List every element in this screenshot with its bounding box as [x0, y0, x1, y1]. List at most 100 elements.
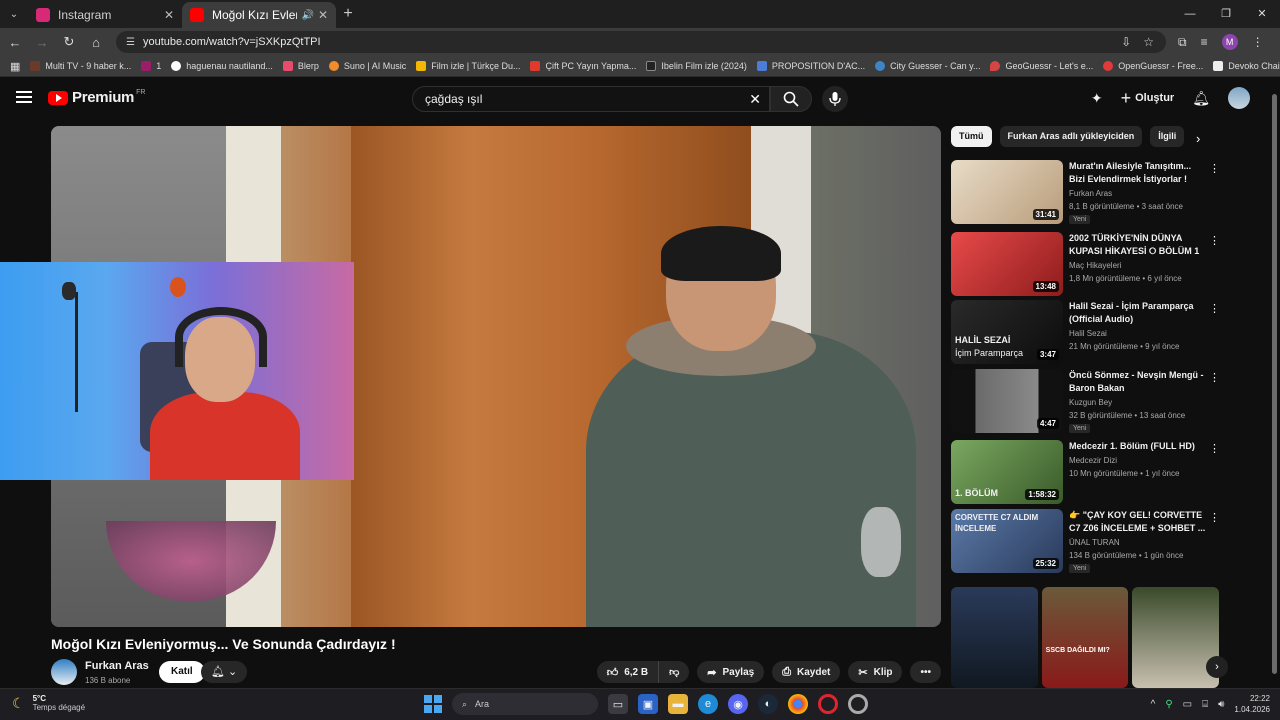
bookmark-item[interactable]: Blerp [282, 61, 319, 71]
video-thumbnail[interactable]: 31:41 [951, 160, 1063, 224]
recommendation-channel[interactable]: Kuzgun Bey [1069, 398, 1112, 407]
minimize-icon[interactable]: — [1172, 0, 1208, 28]
join-button[interactable]: Katıl [159, 661, 205, 683]
clear-search-icon[interactable]: ✕ [749, 91, 761, 108]
notifications-bell-icon[interactable]: 🔔︎ [1192, 90, 1210, 107]
create-button[interactable]: + Oluştur [1121, 88, 1175, 109]
share-button[interactable]: ➦ Paylaş [697, 661, 765, 683]
recommendation-item[interactable]: CORVETTE C7 ALDIM İNCELEME 25:32 👉 "ÇAY … [951, 509, 1221, 573]
restore-icon[interactable]: ❐ [1208, 0, 1244, 28]
recommendation-title[interactable]: Öncü Sönmez - Nevşin Mengü - Baron Bakan [1069, 369, 1207, 395]
recommendation-title[interactable]: Murat'ın Ailesiyle Tanışıtım... Bizi Evl… [1069, 160, 1207, 186]
shelf-thumbnail[interactable] [951, 587, 1038, 688]
bookmark-item[interactable]: Film izle | Türkçe Du... [416, 61, 520, 71]
weather-widget[interactable]: ☾ 5°C Temps dégagé [12, 694, 85, 712]
recommendation-channel[interactable]: Halil Sezai [1069, 329, 1107, 338]
forward-icon[interactable]: → [30, 35, 54, 50]
clock[interactable]: 22:22 1.04.2026 [1234, 693, 1270, 715]
dislike-button[interactable]: 👎︎ [659, 661, 690, 683]
account-avatar[interactable] [1228, 87, 1250, 109]
bookmark-item[interactable]: Çift PC Yayın Yapma... [530, 61, 636, 71]
video-thumbnail[interactable]: 4:47 [951, 369, 1063, 433]
back-icon[interactable]: ← [3, 35, 27, 50]
bookmark-item[interactable]: Multi TV - 9 haber k... [30, 61, 131, 71]
bookmark-item[interactable]: 1 [141, 61, 161, 71]
search-button[interactable] [770, 86, 812, 112]
channel-name[interactable]: Furkan Aras [85, 660, 149, 672]
close-icon[interactable]: ✕ [164, 8, 174, 22]
more-vert-icon[interactable]: ⋮ [1209, 302, 1220, 315]
tab-youtube-video[interactable]: Moğol Kızı Evleniyormuş... V 🔊 ✕ [182, 2, 336, 28]
recommendation-channel[interactable]: Furkan Aras [1069, 189, 1112, 198]
video-thumbnail[interactable]: CORVETTE C7 ALDIM İNCELEME 25:32 [951, 509, 1063, 573]
recommendation-title[interactable]: Halil Sezai - İçim Paramparça (Official … [1069, 300, 1207, 326]
app-tray-icon[interactable]: ⚲ [1165, 699, 1172, 710]
bookmark-item[interactable]: City Guesser - Can y... [875, 61, 980, 71]
recommendation-channel[interactable]: Maç Hikayeleri [1069, 261, 1121, 270]
recommendation-item[interactable]: 4:47 Öncü Sönmez - Nevşin Mengü - Baron … [951, 369, 1221, 433]
recommendation-title[interactable]: 2002 TÜRKİYE'NİN DÜNYA KUPASI HİKAYESİ ⭘… [1069, 232, 1207, 258]
recommendation-item[interactable]: 1. BÖLÜM 1:58:32 Medcezir 1. Bölüm (FULL… [951, 440, 1221, 504]
chevron-right-icon[interactable]: › [1196, 131, 1200, 146]
video-thumbnail[interactable]: 1. BÖLÜM 1:58:32 [951, 440, 1063, 504]
more-vert-icon[interactable]: ⋮ [1209, 442, 1220, 455]
recommendation-channel[interactable]: ÜNAL TURAN [1069, 538, 1120, 547]
chip-all[interactable]: Tümü [951, 126, 992, 147]
volume-icon[interactable]: 🔊︎ [1218, 699, 1224, 710]
youtube-premium-logo[interactable]: Premium FR [48, 89, 145, 106]
apps-grid-icon[interactable]: ▦ [10, 60, 20, 73]
recommendation-title[interactable]: Medcezir 1. Bölüm (FULL HD) [1069, 440, 1207, 453]
chrome-icon[interactable] [788, 694, 808, 714]
more-vert-icon[interactable]: ⋮ [1209, 234, 1220, 247]
more-vert-icon[interactable]: ⋮ [1209, 511, 1220, 524]
opera-icon[interactable] [818, 694, 838, 714]
opera-gx-icon[interactable] [848, 694, 868, 714]
task-view-icon[interactable]: ▭ [608, 694, 628, 714]
bookmark-item[interactable]: haguenau nautiland... [171, 61, 273, 71]
shelf-thumbnail[interactable]: SSCB DAĞILDI MI? [1041, 587, 1129, 688]
file-explorer-icon[interactable]: ▬ [668, 694, 688, 714]
bookmark-item[interactable]: OpenGuessr - Free... [1103, 61, 1203, 71]
page-scrollbar[interactable] [1272, 84, 1277, 684]
bookmark-item[interactable]: GeoGuessr - Let's e... [990, 61, 1093, 71]
video-thumbnail[interactable]: HALİL SEZAİ İçim Paramparça 3:47 [951, 300, 1063, 364]
menu-dots-icon[interactable]: ⋮ [1252, 35, 1264, 49]
profile-avatar[interactable]: M [1221, 34, 1238, 50]
recommendation-channel[interactable]: Medcezir Dizi [1069, 456, 1117, 465]
display-icon[interactable]: ▭ [1183, 699, 1192, 710]
new-tab-button[interactable]: + [336, 5, 360, 23]
close-icon[interactable]: ✕ [318, 8, 328, 22]
tab-search-icon[interactable]: ⌄ [0, 0, 28, 28]
voice-search-button[interactable] [822, 86, 848, 112]
extensions-icon[interactable]: ⧉ [1178, 35, 1187, 50]
chip-related[interactable]: İlgili [1150, 126, 1185, 147]
like-button[interactable]: 👍︎ 6,2 B [596, 661, 660, 683]
network-icon[interactable]: ⌸ [1202, 699, 1208, 710]
clip-button[interactable]: ✂ Klip [848, 661, 903, 683]
recommendation-item[interactable]: HALİL SEZAİ İçim Paramparça 3:47 Halil S… [951, 300, 1221, 364]
reading-list-icon[interactable]: ≡ [1201, 35, 1208, 49]
bookmark-item[interactable]: Devoko Chaise de G... [1213, 61, 1280, 71]
discord-icon[interactable]: ◉ [728, 694, 748, 714]
more-vert-icon[interactable]: ⋮ [1209, 371, 1220, 384]
more-vert-icon[interactable]: ⋮ [1209, 162, 1220, 175]
subscription-bell-button[interactable]: 🔔︎ ⌄ [201, 661, 248, 683]
tab-instagram[interactable]: Instagram ✕ [28, 2, 182, 28]
store-icon[interactable]: ▣ [638, 694, 658, 714]
install-icon[interactable]: ⇩ [1121, 35, 1131, 49]
hamburger-menu-icon[interactable] [16, 91, 32, 103]
windows-start-icon[interactable] [424, 695, 442, 713]
reload-icon[interactable]: ↻ [57, 34, 81, 50]
more-actions-button[interactable]: ••• [910, 661, 941, 683]
edge-icon[interactable]: e [698, 694, 718, 714]
taskbar-search[interactable]: ⌕ Ara [452, 693, 598, 715]
video-thumbnail[interactable]: 13:48 [951, 232, 1063, 296]
recommendation-item[interactable]: 31:41 Murat'ın Ailesiyle Tanışıtım... Bi… [951, 160, 1221, 224]
close-window-icon[interactable]: ✕ [1244, 0, 1280, 28]
channel-avatar[interactable] [51, 659, 77, 685]
speaker-icon[interactable]: 🔊 [301, 10, 313, 21]
bookmark-item[interactable]: Suno | AI Music [328, 61, 406, 71]
steam-icon[interactable]: ◐ [758, 694, 778, 714]
search-input[interactable]: çağdaş ışıl ✕ [412, 86, 770, 112]
youtube-studio-icon[interactable]: ✦ [1091, 90, 1103, 107]
